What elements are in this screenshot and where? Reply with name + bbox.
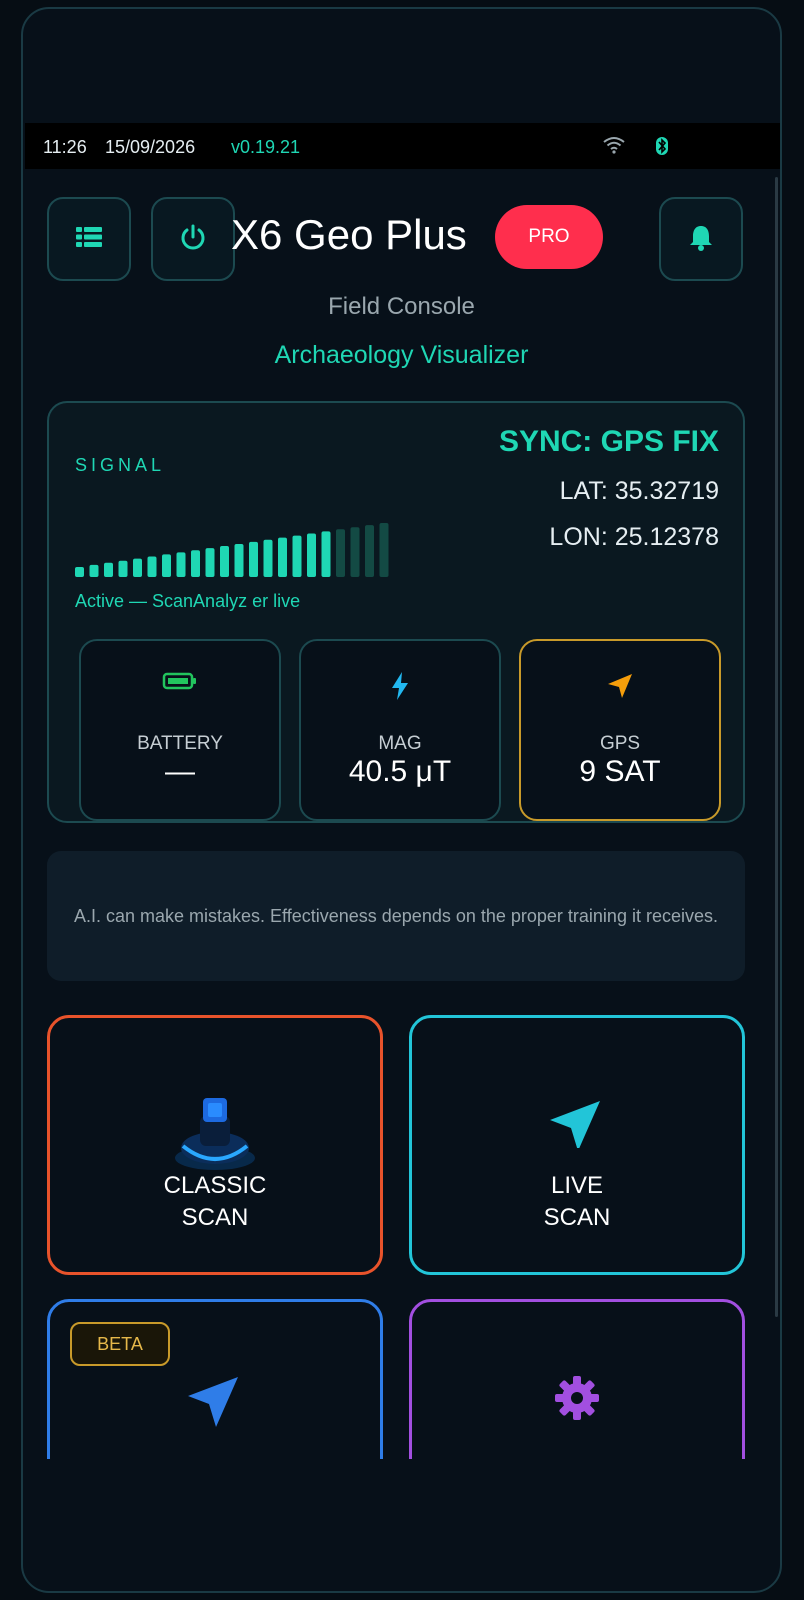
scanner-device-icon — [50, 1088, 380, 1183]
signal-bar — [191, 550, 200, 577]
signal-bar — [249, 541, 258, 577]
signal-bar — [176, 552, 186, 577]
classic-scan-button[interactable]: CLASSIC SCAN — [47, 1015, 383, 1275]
classic-scan-line2: SCAN — [181, 1204, 249, 1231]
gear-icon — [412, 1372, 742, 1429]
status-time: 11:26 — [43, 137, 87, 157]
longitude-readout: LON: 25.12378 — [549, 523, 719, 551]
signal-bar — [118, 560, 128, 577]
signal-bar — [162, 554, 171, 577]
bell-icon — [688, 223, 714, 256]
mag-label: MAG — [378, 733, 422, 754]
app-version: v0.19.21 — [231, 137, 301, 157]
signal-bar — [147, 556, 157, 577]
signal-bar — [89, 564, 99, 577]
ai-disclaimer: A.I. can make mistakes. Effectiveness de… — [47, 851, 745, 981]
bluetooth-icon — [655, 136, 669, 161]
tagline: Archaeology Visualizer — [274, 341, 529, 369]
signal-bar — [234, 543, 244, 577]
signal-bar — [220, 546, 229, 577]
navigation-arrow-icon — [50, 1372, 380, 1437]
power-button[interactable] — [151, 197, 235, 281]
signal-strength-bars — [75, 523, 389, 577]
menu-button[interactable] — [47, 197, 131, 281]
live-scan-button[interactable]: LIVE SCAN — [409, 1015, 745, 1275]
beta-feature-button[interactable]: BETA — [47, 1299, 383, 1459]
settings-button[interactable] — [409, 1299, 745, 1459]
subtitle: Field Console — [328, 293, 475, 320]
pro-badge-button[interactable]: PRO — [495, 205, 603, 269]
battery-value: — — [165, 755, 195, 788]
live-scan-line1: LIVE — [550, 1172, 604, 1199]
main-content: X6 Geo Plus PRO Field Console Archaeolog… — [23, 169, 780, 1459]
signal-bar — [278, 537, 287, 577]
scrollbar[interactable] — [775, 177, 778, 1317]
signal-bar — [205, 548, 215, 577]
live-scan-line2: SCAN — [543, 1204, 611, 1231]
signal-bar — [379, 523, 389, 577]
notifications-button[interactable] — [659, 197, 743, 281]
battery-label: BATTERY — [137, 733, 223, 754]
bolt-icon — [301, 671, 499, 706]
beta-badge: BETA — [70, 1322, 170, 1366]
battery-stat-card: BATTERY — — [79, 639, 281, 821]
signal-bar — [133, 558, 142, 577]
app-title: X6 Geo Plus — [231, 211, 467, 258]
sync-status: SYNC: GPS FIX — [498, 425, 719, 458]
status-bar: 11:26 15/09/2026 v0.19.21 — [25, 123, 780, 169]
gps-stat-card: GPS 9 SAT — [519, 639, 721, 821]
signal-status-text: Active — ScanAnalyz er live — [75, 591, 301, 611]
navigation-arrow-icon — [412, 1088, 742, 1153]
power-icon — [178, 222, 208, 257]
latitude-readout: LAT: 35.32719 — [559, 477, 719, 505]
signal-bar — [263, 539, 273, 577]
status-date: 15/09/2026 — [105, 137, 196, 157]
signal-panel: SIGNAL SYNC: GPS FIX LAT: 35.32719 LON: … — [47, 401, 745, 823]
signal-label: SIGNAL — [75, 455, 166, 475]
mag-stat-card: MAG 40.5 μT — [299, 639, 501, 821]
classic-scan-label: CLASSIC SCAN — [50, 1170, 380, 1234]
device-frame: 11:26 15/09/2026 v0.19.21 X6 Geo Plus PR… — [21, 7, 782, 1593]
signal-bar — [292, 535, 302, 577]
gps-value: 9 SAT — [579, 755, 661, 788]
grid-menu-icon — [75, 225, 103, 254]
gps-label: GPS — [599, 733, 641, 754]
battery-icon — [81, 671, 279, 696]
location-arrow-icon — [521, 671, 719, 706]
wifi-icon — [603, 136, 625, 159]
signal-bar — [336, 529, 345, 577]
signal-bar — [307, 533, 316, 577]
signal-bar — [321, 531, 331, 577]
signal-bar — [104, 562, 113, 577]
signal-bar — [75, 567, 84, 577]
mag-value: 40.5 μT — [348, 755, 452, 788]
signal-bar — [365, 525, 374, 577]
classic-scan-line1: CLASSIC — [163, 1172, 267, 1199]
signal-bar — [350, 527, 360, 577]
live-scan-label: LIVE SCAN — [412, 1170, 742, 1234]
